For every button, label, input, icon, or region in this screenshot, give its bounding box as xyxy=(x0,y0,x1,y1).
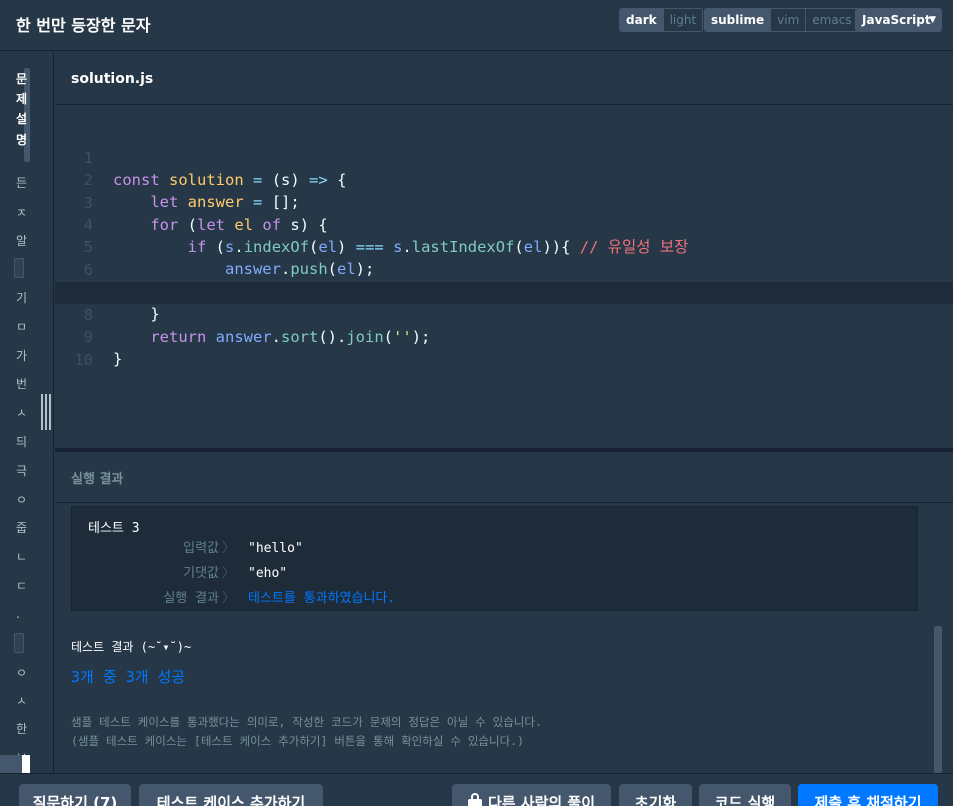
description-text: 기 xyxy=(16,291,28,305)
description-text: ㅇ xyxy=(16,493,28,507)
add-testcase-button[interactable]: 테스트 케이스 추가하기 xyxy=(139,784,323,806)
test-result-count: 3개 중 3개 성공 xyxy=(71,668,186,686)
description-text: ㅈ xyxy=(16,206,28,220)
line-number: 10 xyxy=(74,351,93,369)
theme-light-option[interactable]: light xyxy=(663,9,703,31)
testcase-label: 입력값 xyxy=(183,541,219,556)
reset-button[interactable]: 초기화 xyxy=(619,784,692,806)
description-text: 듸 xyxy=(16,435,28,449)
description-text: 제 xyxy=(16,92,28,106)
description-text: 든 xyxy=(16,176,28,190)
problem-title: 한 번만 등장한 문자 xyxy=(16,16,151,35)
keymap-vim-option[interactable]: vim xyxy=(771,9,807,31)
code-line[interactable]: 3 for (let el of s) { xyxy=(55,170,953,234)
description-text: ㅁ xyxy=(16,320,28,334)
code-editor[interactable]: 1 const solution = (s) => { 2 let answer… xyxy=(55,106,953,448)
testcase-value: "eho" xyxy=(248,566,288,581)
editor-tab-bar: solution.js xyxy=(55,52,953,105)
description-text: ㅅ xyxy=(16,406,28,420)
keymap-toggle[interactable]: sublime vim emacs xyxy=(704,8,859,32)
submit-button[interactable]: 제출 후 채점하기 xyxy=(798,784,938,806)
others-solution-label: 다른 사람의 풀이 xyxy=(487,794,596,806)
code-chip xyxy=(14,633,24,653)
testcase-row: 입력값 〉 "hello" xyxy=(72,539,919,559)
note-line: (샘플 테스트 케이스는 [테스트 케이스 추가하기] 버튼을 통해 확인하실 … xyxy=(71,734,524,748)
testcase-result-box: 테스트 3 입력값 〉 "hello" 기댓값 〉 "eho" 실행 결과 〉 … xyxy=(71,506,918,611)
description-text: ㄴ xyxy=(16,550,28,564)
code-line[interactable]: 5 answer.push(el); xyxy=(55,214,953,278)
description-text: 줍 xyxy=(16,521,28,535)
description-text: 설 xyxy=(16,112,28,126)
theme-dark-option[interactable]: dark xyxy=(620,9,664,31)
code-line[interactable]: 9 } xyxy=(55,304,953,368)
scrollbar-thumb[interactable] xyxy=(22,755,30,773)
description-text: . xyxy=(16,607,20,621)
theme-toggle[interactable]: dark light xyxy=(619,8,704,32)
run-code-button[interactable]: 코드 실행 xyxy=(699,784,791,806)
code-line[interactable]: 1 const solution = (s) => { xyxy=(55,125,953,189)
description-text: ㅅ xyxy=(16,694,28,708)
code-line[interactable]: 2 let answer = []; xyxy=(55,147,953,211)
testcase-label: 기댓값 xyxy=(183,566,219,581)
testcase-status: 테스트를 통과하였습니다. xyxy=(248,591,396,606)
action-bar: 질문하기 (7) 테스트 케이스 추가하기 다른 사람의 풀이 초기화 코드 실… xyxy=(0,773,953,806)
top-bar: 한 번만 등장한 문자 dark light sublime vim emacs… xyxy=(0,0,953,51)
others-solution-button[interactable]: 다른 사람의 풀이 xyxy=(452,784,611,806)
keymap-sublime-option[interactable]: sublime xyxy=(705,9,772,31)
testcase-value: "hello" xyxy=(248,541,303,556)
description-text: 명 xyxy=(16,133,28,147)
description-text: 문 xyxy=(16,72,28,86)
output-panel[interactable]: 테스트 3 입력값 〉 "hello" 기댓값 〉 "eho" 실행 결과 〉 … xyxy=(55,504,953,773)
output-title: 실행 결과 xyxy=(71,472,124,487)
description-text: ㅇ xyxy=(16,666,28,680)
testcase-title: 테스트 3 xyxy=(88,521,140,536)
test-result-title: 테스트 결과 (~˘▾˘)~ xyxy=(71,640,192,654)
panel-resize-grip-icon[interactable] xyxy=(40,394,52,430)
code-text[interactable]: } xyxy=(113,348,122,370)
question-button[interactable]: 질문하기 (7) xyxy=(19,784,131,806)
description-text: 가 xyxy=(16,349,28,363)
description-text: ㄷ xyxy=(16,579,28,593)
caret-down-icon: ▼ xyxy=(929,15,936,25)
chevron-right-icon: 〉 xyxy=(222,591,236,606)
test-result-note: 샘플 테스트 케이스를 통과했다는 의미로, 작성한 코드가 문제의 정답은 아… xyxy=(71,713,542,751)
description-horizontal-scrollbar[interactable] xyxy=(0,755,22,773)
description-text: 극 xyxy=(16,464,28,478)
keymap-emacs-option[interactable]: emacs xyxy=(806,9,858,31)
description-text: 번 xyxy=(16,377,28,391)
testcase-row: 기댓값 〉 "eho" xyxy=(72,564,919,584)
testcase-row: 실행 결과 〉 테스트를 통과하였습니다. xyxy=(72,589,919,609)
language-label: JavaScript xyxy=(862,13,931,27)
output-scrollbar[interactable] xyxy=(934,626,942,773)
note-line: 샘플 테스트 케이스를 통과했다는 의미로, 작성한 코드가 문제의 정답은 아… xyxy=(71,715,542,729)
code-line[interactable]: 7 } xyxy=(55,259,953,323)
code-line[interactable]: 4 if (s.indexOf(el) === s.lastIndexOf(el… xyxy=(55,192,953,256)
lock-icon xyxy=(467,793,482,806)
testcase-label: 실행 결과 xyxy=(163,591,219,606)
description-text: 한 xyxy=(16,722,28,736)
code-chip xyxy=(14,258,24,278)
chevron-right-icon: 〉 xyxy=(222,541,236,556)
editor-filename: solution.js xyxy=(71,71,154,87)
description-text: 알 xyxy=(16,234,28,248)
chevron-right-icon: 〉 xyxy=(222,566,236,581)
output-header: 실행 결과 xyxy=(55,452,953,503)
code-line-active[interactable]: 8 return answer.sort().join(''); xyxy=(55,282,953,346)
language-select[interactable]: JavaScript ▼ xyxy=(855,8,942,32)
code-line[interactable]: 6 } xyxy=(55,237,953,301)
code-line[interactable]: 10 xyxy=(55,327,953,369)
